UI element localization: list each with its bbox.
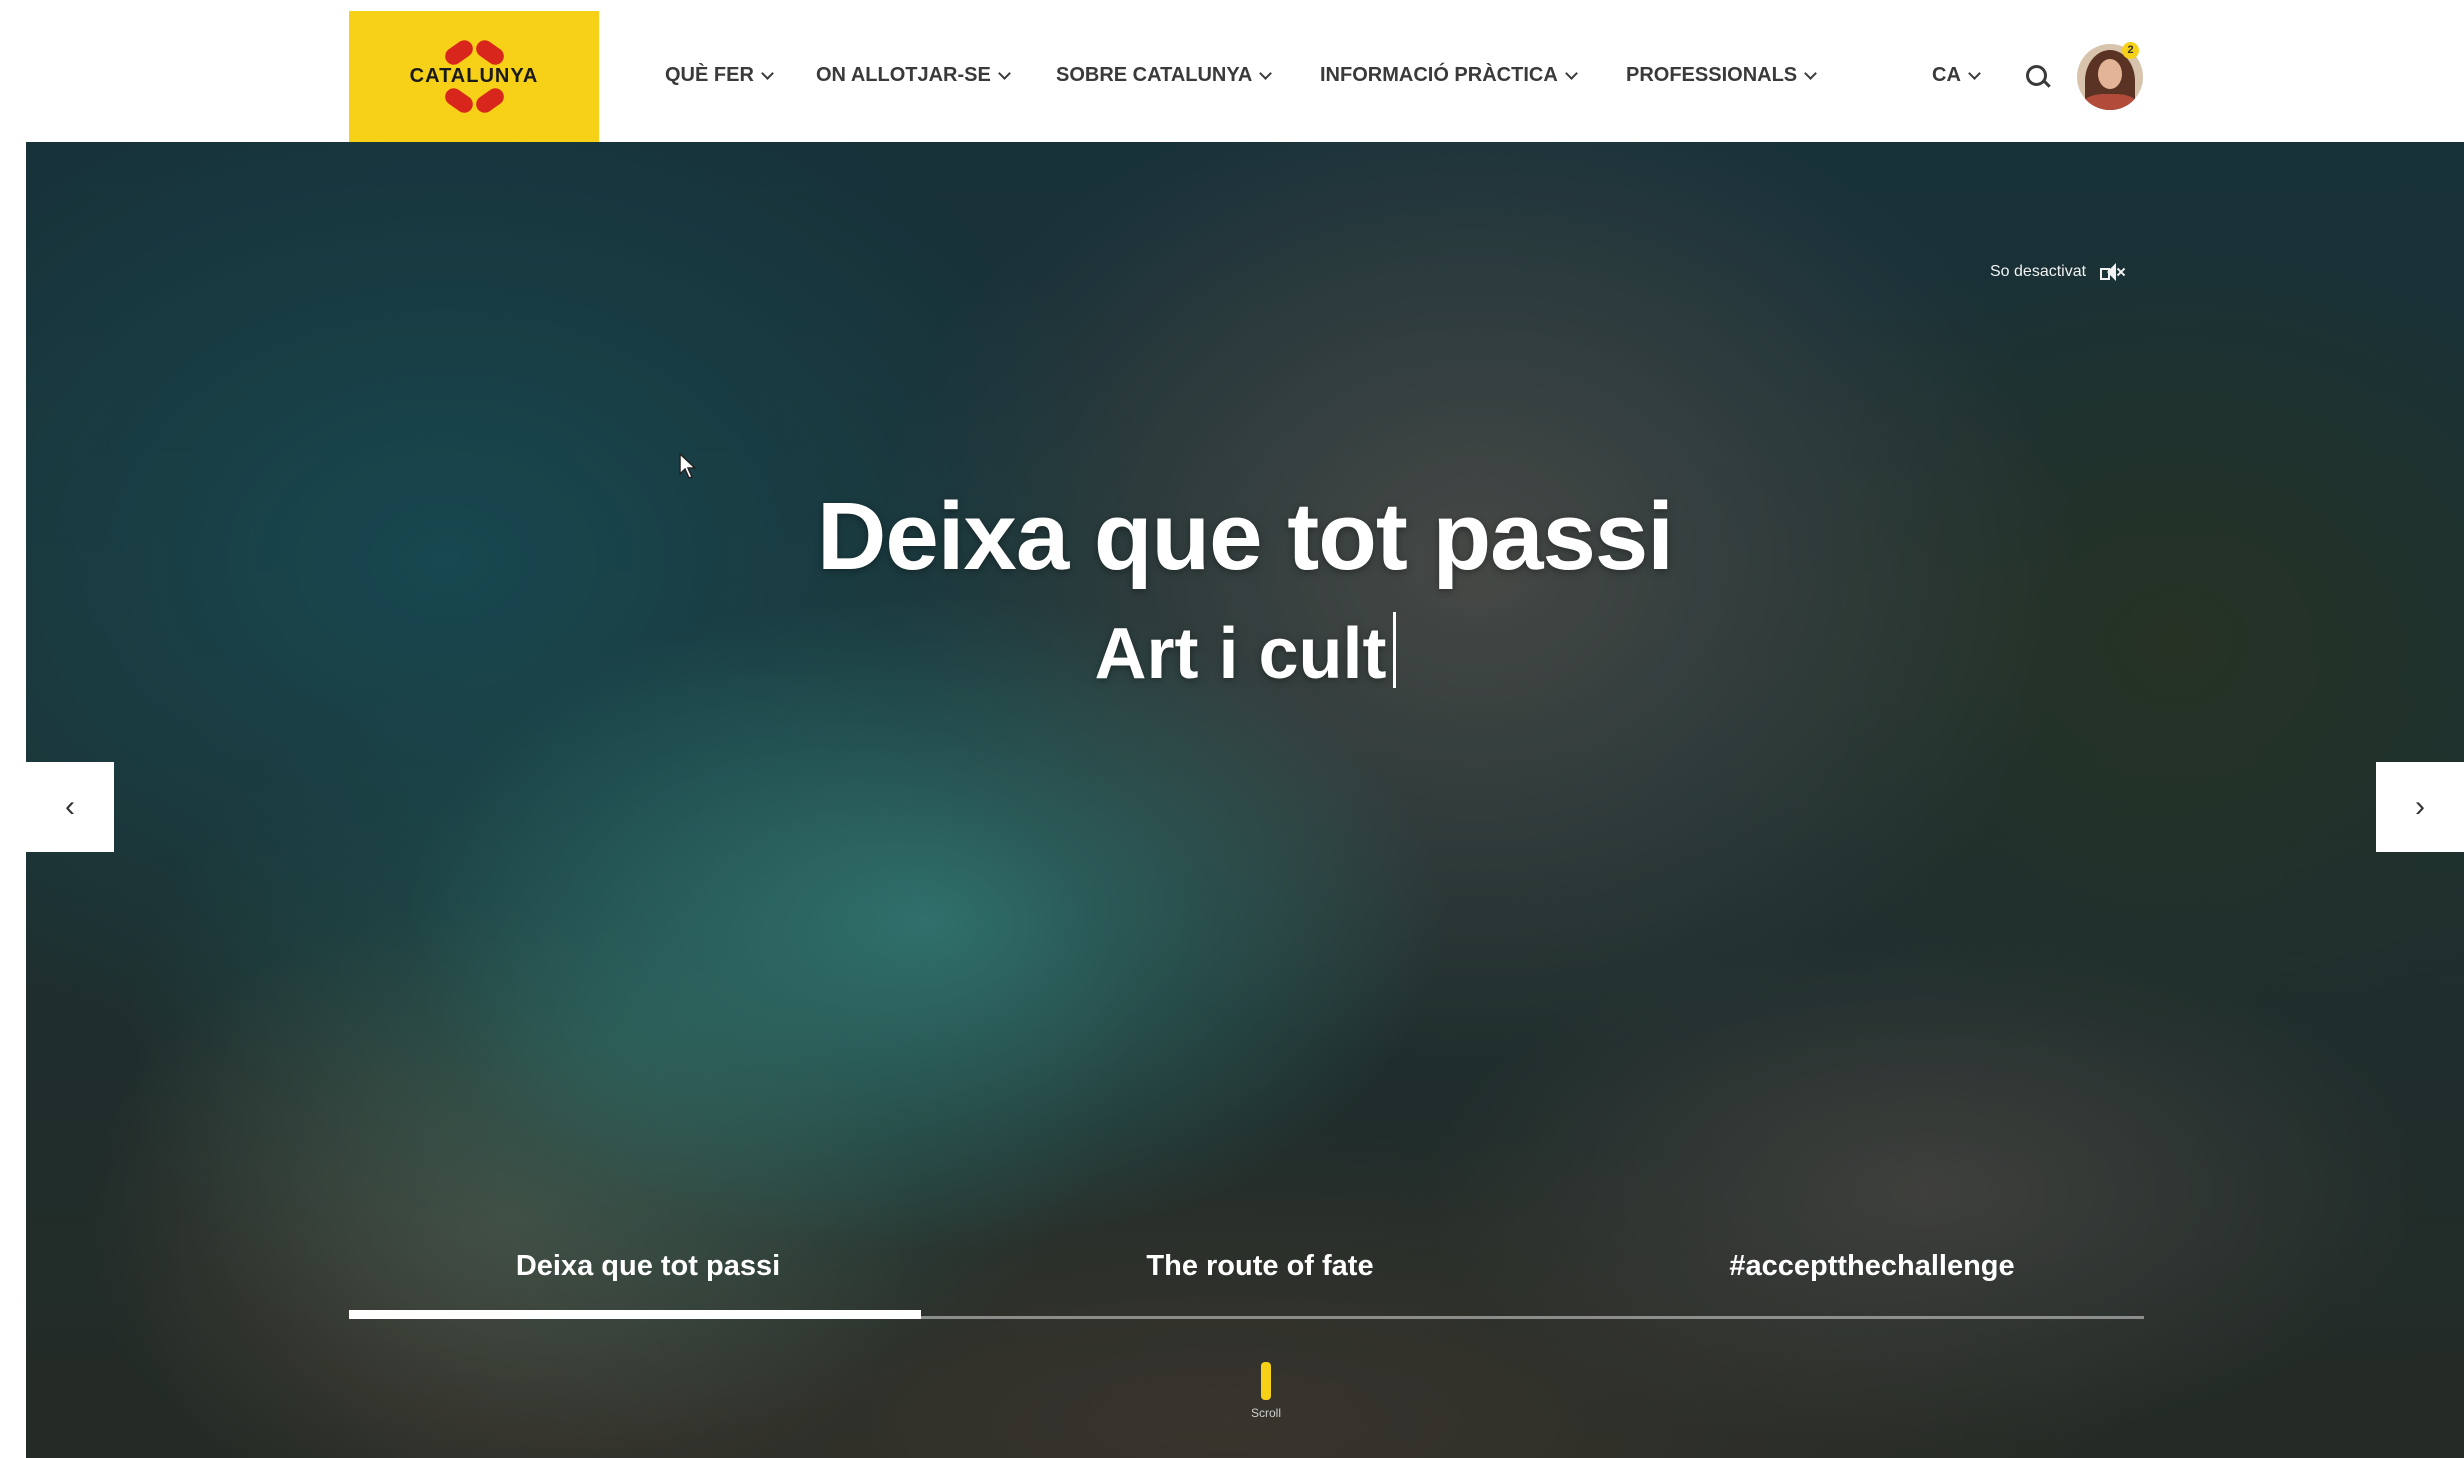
search-icon[interactable] [2023,62,2053,92]
site-header: CATALUNYA QUÈ FER ON ALLOTJAR-SE SOBRE C… [0,0,2464,142]
nav-item-on-allotjar-se[interactable]: ON ALLOTJAR-SE [816,64,1011,87]
language-selector[interactable]: CA [1932,64,1981,87]
nav-item-label: QUÈ FER [665,64,754,86]
slide-tab-deixa-que-tot-passi[interactable]: Deixa que tot passi [349,1250,947,1283]
avatar-shirt [2081,94,2139,110]
previous-slide-button[interactable]: ‹ [26,762,114,852]
chevron-down-icon [1968,66,1981,80]
slide-tabs: Deixa que tot passi The route of fate #a… [349,1250,2144,1310]
speaker-cone [2107,263,2117,281]
chevron-down-icon [1804,66,1818,80]
slide-tab-route-of-fate[interactable]: The route of fate [961,1250,1559,1283]
nav-item-label: PROFESSIONALS [1626,64,1798,86]
language-label: CA [1932,64,1961,86]
nav-item-sobre-catalunya[interactable]: SOBRE CATALUNYA [1056,64,1273,87]
sound-label: So desactivat [1990,263,2087,280]
chevron-down-icon [761,66,774,80]
nav-item-label: ON ALLOTJAR-SE [816,64,991,86]
notification-badge: 2 [2122,42,2139,59]
logo-mark-icon [472,36,508,69]
chevron-down-icon [997,66,1011,80]
nav-item-que-fer[interactable]: QUÈ FER [665,64,774,87]
typing-caret [1392,612,1396,688]
speaker-muted-icon [2098,260,2126,284]
logo-text: CATALUNYA [409,65,539,87]
hero-section: So desactivat Deixa que tot passi Art i … [26,142,2464,1458]
chevron-down-icon [1564,66,1578,80]
hero-subtitle-text: Art i cult [1094,614,1387,694]
mouse-pointer-icon [679,452,697,479]
scroll-label: Scroll [1250,1406,1281,1420]
nav-item-label: INFORMACIÓ PRÀCTICA [1320,64,1558,86]
sound-toggle[interactable]: So desactivat [1990,260,2126,284]
nav-item-label: SOBRE CATALUNYA [1056,64,1253,86]
nav-item-informacio-practica[interactable]: INFORMACIÓ PRÀCTICA [1320,64,1578,87]
chevron-down-icon [1259,66,1273,80]
chevron-right-icon: › [2415,790,2425,823]
next-slide-button[interactable]: › [2376,762,2464,852]
search-icon-handle [2042,79,2051,88]
slide-progress-active [349,1310,921,1319]
logo-mark-icon [441,36,477,69]
nav-item-professionals[interactable]: PROFESSIONALS [1626,64,1818,87]
chevron-left-icon: ‹ [65,790,75,823]
avatar-face [2098,59,2122,89]
catalunya-logo[interactable]: CATALUNYA [349,11,599,142]
slide-tab-accept-the-challenge[interactable]: #acceptthechallenge [1573,1250,2171,1283]
hero-subtitle: Art i cult [26,612,2464,695]
logo-mark-icon [441,84,477,117]
scroll-indicator[interactable]: Scroll [1236,1362,1296,1442]
logo-mark-icon [472,84,508,117]
scroll-bar-icon [1261,1362,1271,1400]
hero-title: Deixa que tot passi [817,483,1674,590]
